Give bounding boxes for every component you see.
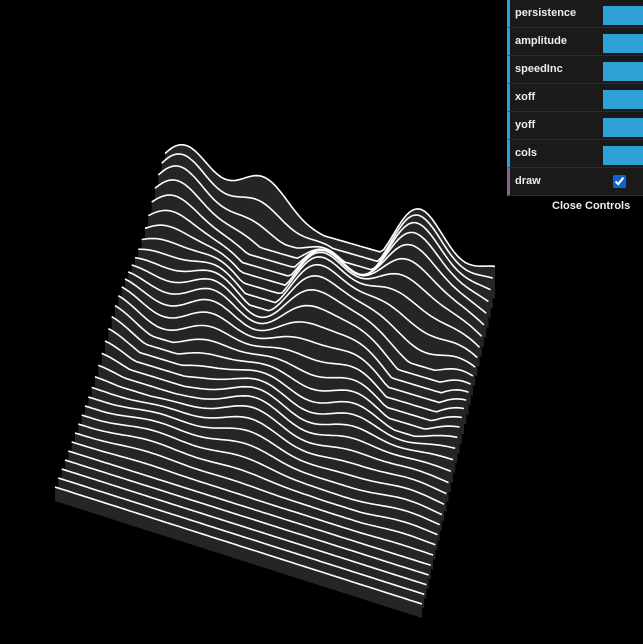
cols-slider[interactable] [603, 146, 643, 165]
control-label: xoff [515, 91, 536, 103]
control-yoff: yoff [507, 112, 643, 140]
yoff-slider[interactable] [603, 118, 643, 137]
control-xoff: xoff [507, 84, 643, 112]
controls-panel: persistence amplitude speedInc xoff yoff… [507, 0, 643, 216]
control-label: yoff [515, 119, 536, 131]
draw-checkbox[interactable] [613, 175, 626, 188]
control-cols: cols [507, 140, 643, 168]
xoff-slider[interactable] [603, 90, 643, 109]
control-label: speedInc [515, 63, 563, 75]
persistence-slider[interactable] [603, 6, 643, 25]
control-persistence: persistence [507, 0, 643, 28]
control-amplitude: amplitude [507, 28, 643, 56]
speedinc-slider[interactable] [603, 62, 643, 81]
close-controls-button[interactable]: Close Controls [507, 196, 643, 216]
amplitude-slider[interactable] [603, 34, 643, 53]
control-speedinc: speedInc [507, 56, 643, 84]
control-label: cols [515, 147, 538, 159]
control-label: amplitude [515, 35, 567, 47]
control-draw: draw [507, 168, 643, 196]
control-label: draw [515, 175, 541, 187]
control-label: persistence [515, 7, 577, 19]
